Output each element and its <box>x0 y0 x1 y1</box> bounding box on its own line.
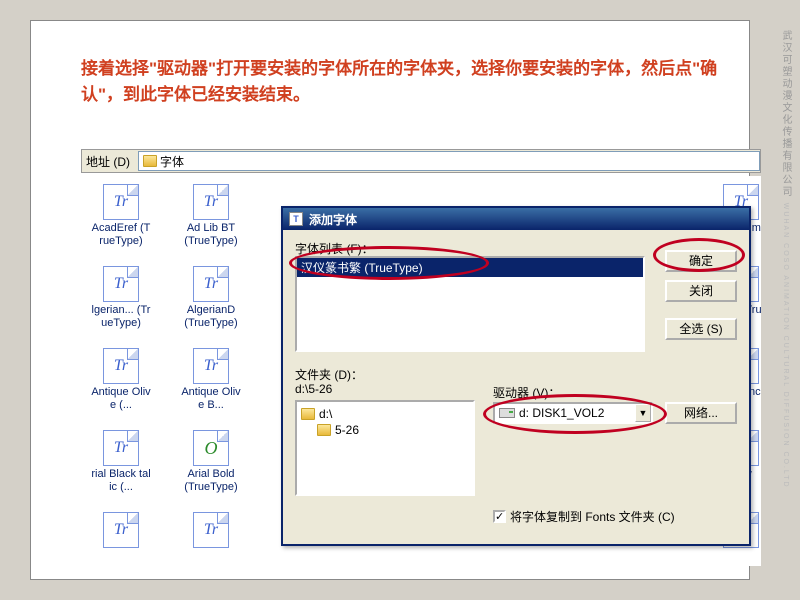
address-label: 地址 (D) <box>82 153 134 170</box>
close-button[interactable]: 关闭 <box>665 280 737 302</box>
dialog-icon: T <box>289 212 303 226</box>
font-file[interactable]: TrAntique Olive B... <box>181 348 241 412</box>
font-file[interactable]: OArial Bold (TrueType) <box>181 430 241 494</box>
copy-fonts-checkbox[interactable]: ✓ 将字体复制到 Fonts 文件夹 (C) <box>493 508 675 525</box>
drive-label: 驱动器 (V)： <box>493 384 560 401</box>
font-row: TrAcadEref (TrueType) TrAd Lib BT (TrueT… <box>91 184 241 248</box>
tree-child[interactable]: 5-26 <box>301 422 469 438</box>
dialog-title: 添加字体 <box>309 211 357 228</box>
drive-icon <box>499 408 515 418</box>
folder-icon <box>317 424 331 436</box>
font-file[interactable]: TrAlgerianD (TrueType) <box>181 266 241 330</box>
add-fonts-dialog: T 添加字体 字体列表 (F)： 汉仪篆书繁 (TrueType) 确定 关闭 … <box>281 206 751 546</box>
instruction-text: 接着选择"驱动器"打开要安装的字体所在的字体夹，选择你要安装的字体，然后点"确认… <box>81 56 721 108</box>
drive-combo[interactable]: d: DISK1_VOL2 ▼ <box>493 402 653 424</box>
address-bar: 地址 (D) 字体 <box>81 149 761 173</box>
font-file[interactable]: Trrial Black talic (... <box>91 430 151 494</box>
font-row: Tr Tr <box>91 512 241 550</box>
folder-label: 文件夹 (D)： <box>295 366 363 383</box>
font-row: Trlgerian... (TrueType) TrAlgerianD (Tru… <box>91 266 241 330</box>
font-row: TrAntique Olive (... TrAntique Olive B..… <box>91 348 241 412</box>
selectall-button[interactable]: 全选 (S) <box>665 318 737 340</box>
font-file[interactable]: TrAntique Olive (... <box>91 348 151 412</box>
font-file[interactable]: Tr <box>91 512 151 550</box>
fontlist-label: 字体列表 (F)： <box>295 240 374 257</box>
tree-root[interactable]: d:\ <box>301 406 469 422</box>
checkbox-icon: ✓ <box>493 510 506 523</box>
network-button[interactable]: 网络... <box>665 402 737 424</box>
font-list-item-selected[interactable]: 汉仪篆书繁 (TrueType) <box>297 258 643 277</box>
folder-icon <box>301 408 315 420</box>
address-value: 字体 <box>160 153 184 170</box>
font-file[interactable]: TrAcadEref (TrueType) <box>91 184 151 248</box>
dialog-titlebar[interactable]: T 添加字体 <box>283 208 749 230</box>
address-field[interactable]: 字体 <box>138 151 760 171</box>
fonts-folder-view: TrAcadEref (TrueType) TrAd Lib BT (TrueT… <box>81 176 761 566</box>
drive-selected: d: DISK1_VOL2 <box>495 406 635 420</box>
font-file[interactable]: TrAd Lib BT (TrueType) <box>181 184 241 248</box>
font-list[interactable]: 汉仪篆书繁 (TrueType) <box>295 256 645 352</box>
slide-frame: 接着选择"驱动器"打开要安装的字体所在的字体夹，选择你要安装的字体，然后点"确认… <box>30 20 750 580</box>
folder-icon <box>143 155 157 167</box>
watermark: 武汉可塑动漫文化传播有限公司 WUHAN COSO ANIMATION CULT… <box>778 30 792 489</box>
folder-path: d:\5-26 <box>295 382 332 396</box>
font-file[interactable]: Trlgerian... (TrueType) <box>91 266 151 330</box>
font-file[interactable]: Tr <box>181 512 241 550</box>
folder-tree[interactable]: d:\ 5-26 <box>295 400 475 496</box>
ok-button[interactable]: 确定 <box>665 250 737 272</box>
font-row: Trrial Black talic (... OArial Bold (Tru… <box>91 430 241 494</box>
checkbox-label: 将字体复制到 Fonts 文件夹 (C) <box>510 508 675 525</box>
chevron-down-icon[interactable]: ▼ <box>635 404 651 422</box>
